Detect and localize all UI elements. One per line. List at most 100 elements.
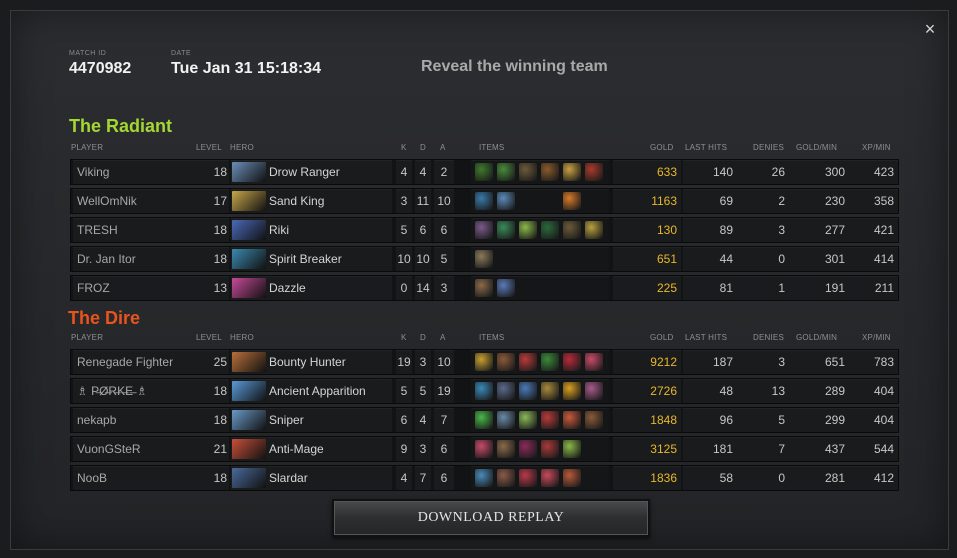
item-icon[interactable] [519,163,537,181]
player-name[interactable]: NooB [73,466,208,490]
player-name[interactable]: TRESH [73,218,208,242]
assists: 5 [434,247,454,271]
item-icon[interactable] [519,469,537,487]
item-icon[interactable] [475,279,493,297]
player-row[interactable]: TRESH 18 Riki 5 6 6 130 89 3 277 421 [70,217,899,243]
player-name[interactable]: Dr. Jan Itor [73,247,208,271]
player-name[interactable]: Renegade Fighter [73,350,208,374]
hero-portrait-icon [232,249,266,269]
dire-header-xp-min: XP/MIN [862,333,891,342]
item-icon[interactable] [519,221,537,239]
item-icon[interactable] [519,353,537,371]
item-icon[interactable] [475,469,493,487]
item-icon[interactable] [497,382,515,400]
hero-cell[interactable]: Spirit Breaker [231,247,392,271]
item-icon[interactable] [563,382,581,400]
hero-cell[interactable]: Dazzle [231,276,392,300]
item-icon[interactable] [475,411,493,429]
hero-cell[interactable]: Ancient Apparition [231,379,392,403]
item-icon[interactable] [541,440,559,458]
player-row[interactable]: Dr. Jan Itor 18 Spirit Breaker 10 10 5 651 44 0 3… [70,246,899,272]
close-button[interactable]: × [919,18,941,40]
items-cell [471,379,609,403]
hero-cell[interactable]: Sniper [231,408,392,432]
item-icon[interactable] [497,279,515,297]
item-icon[interactable] [475,163,493,181]
player-row[interactable]: nekapb 18 Sniper 6 4 7 1848 96 5 299 404 [70,407,899,433]
item-icon[interactable] [475,382,493,400]
hero-cell[interactable]: Bounty Hunter [231,350,392,374]
item-icon[interactable] [475,250,493,268]
item-icon[interactable] [497,192,515,210]
item-icon[interactable] [497,221,515,239]
download-replay-button[interactable]: DOWNLOAD REPLAY [332,499,650,537]
last-hits: 187 [683,350,737,374]
player-level: 13 [207,276,229,300]
denies: 3 [737,350,789,374]
item-icon[interactable] [541,163,559,181]
item-icon[interactable] [541,382,559,400]
item-icon[interactable] [541,221,559,239]
hero-name: Ancient Apparition [269,384,366,398]
player-level: 18 [207,408,229,432]
item-icon[interactable] [563,221,581,239]
item-icon[interactable] [585,382,603,400]
player-name[interactable]: ♗ P̶Ø̶R̶K̶E̶ ♗ [73,379,208,403]
item-icon[interactable] [585,163,603,181]
item-icon[interactable] [497,353,515,371]
item-icon[interactable] [563,353,581,371]
player-row[interactable]: Renegade Fighter 25 Bounty Hunter 19 3 10 9212… [70,349,899,375]
item-icon[interactable] [497,440,515,458]
player-name[interactable]: nekapb [73,408,208,432]
item-icon[interactable] [563,469,581,487]
item-icon[interactable] [475,353,493,371]
item-icon[interactable] [519,382,537,400]
player-name[interactable]: Viking [73,160,208,184]
player-name[interactable]: WellOmNik [73,189,208,213]
reveal-winning-team-link[interactable]: Reveal the winning team [421,58,608,76]
hero-name: Anti-Mage [269,442,324,456]
gold-per-min: 651 [789,350,849,374]
gold-per-min: 191 [789,276,849,300]
xp-per-min: 421 [849,218,898,242]
denies: 26 [737,160,789,184]
player-row[interactable]: Viking 18 Drow Ranger 4 4 2 633 140 26 300 423 [70,159,899,185]
radiant-team-title: The Radiant [69,116,173,136]
item-icon[interactable] [563,411,581,429]
hero-cell[interactable]: Drow Ranger [231,160,392,184]
item-icon[interactable] [475,192,493,210]
item-icon[interactable] [497,411,515,429]
player-row[interactable]: NooB 18 Slardar 4 7 6 1836 58 0 281 412 [70,465,899,491]
player-row[interactable]: ♗ P̶Ø̶R̶K̶E̶ ♗ 18 Ancient Apparition 5 5 19 27… [70,378,899,404]
hero-cell[interactable]: Riki [231,218,392,242]
player-row[interactable]: VuonGSteR 21 Anti-Mage 9 3 6 3125 181 7 437 544 [70,436,899,462]
item-icon[interactable] [475,440,493,458]
item-icon[interactable] [519,440,537,458]
hero-cell[interactable]: Slardar [231,466,392,490]
item-icon[interactable] [475,221,493,239]
item-icon[interactable] [497,163,515,181]
player-name[interactable]: FROZ [73,276,208,300]
item-icon[interactable] [563,440,581,458]
item-icon[interactable] [563,163,581,181]
player-name[interactable]: VuonGSteR [73,437,208,461]
player-row[interactable]: WellOmNik 17 Sand King 3 11 10 1163 69 2 230 358 [70,188,899,214]
item-icon[interactable] [541,411,559,429]
player-level: 18 [207,160,229,184]
radiant-header-k: K [401,143,407,152]
item-icon[interactable] [541,353,559,371]
item-icon[interactable] [585,411,603,429]
gold-per-min: 230 [789,189,849,213]
hero-cell[interactable]: Anti-Mage [231,437,392,461]
gold-per-min: 281 [789,466,849,490]
item-icon[interactable] [563,192,581,210]
xp-per-min: 423 [849,160,898,184]
radiant-header-a: A [440,143,446,152]
hero-cell[interactable]: Sand King [231,189,392,213]
item-icon[interactable] [585,353,603,371]
item-icon[interactable] [541,469,559,487]
item-icon[interactable] [497,469,515,487]
item-icon[interactable] [519,411,537,429]
player-row[interactable]: FROZ 13 Dazzle 0 14 3 225 81 1 191 211 [70,275,899,301]
item-icon[interactable] [585,221,603,239]
